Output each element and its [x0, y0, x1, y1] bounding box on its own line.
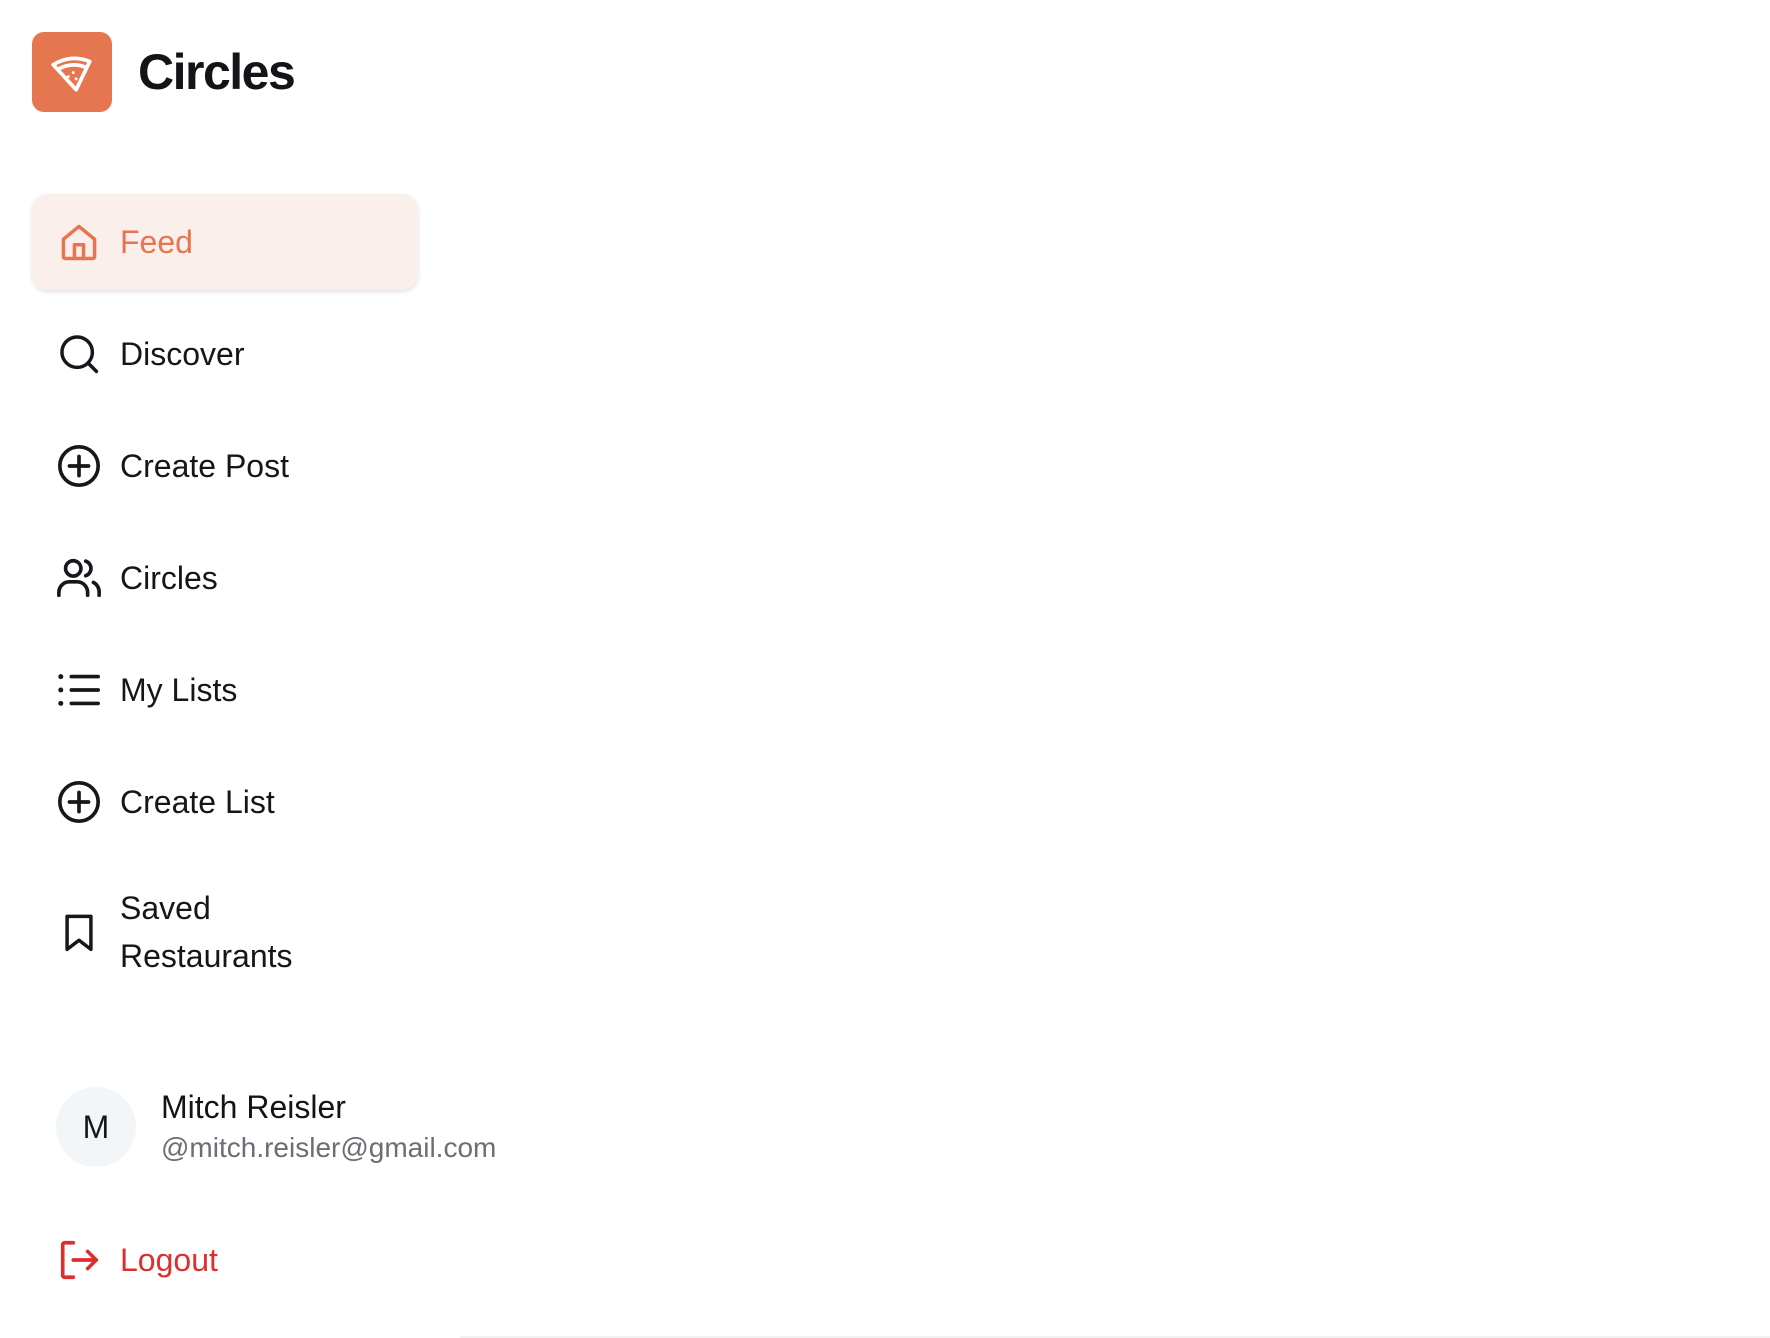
- logout-label: Logout: [120, 1242, 218, 1278]
- nav-item-circles[interactable]: Circles: [32, 530, 418, 626]
- user-name: Mitch Reisler: [161, 1089, 346, 1125]
- home-icon: [56, 219, 102, 265]
- user-email: @mitch.reisler@gmail.com: [161, 1132, 497, 1163]
- nav-item-create-post[interactable]: Create Post: [32, 418, 418, 514]
- bookmark-icon: [56, 909, 102, 955]
- sidebar: Circles Feed Discover Create Post Circle…: [0, 0, 560, 1338]
- nav-item-feed[interactable]: Feed: [32, 194, 418, 290]
- logout-icon: [56, 1237, 102, 1283]
- plus-circle-icon: [56, 779, 102, 825]
- nav-item-my-lists[interactable]: My Lists: [32, 642, 418, 738]
- list-icon: [56, 667, 102, 713]
- search-icon: [56, 331, 102, 377]
- nav-item-saved-restaurants[interactable]: Saved Restaurants: [32, 872, 418, 992]
- nav-item-label: Circles: [120, 560, 218, 596]
- logout-button[interactable]: Logout: [56, 1236, 218, 1284]
- nav-item-discover[interactable]: Discover: [32, 306, 418, 402]
- nav-item-label: Saved Restaurants: [120, 890, 293, 974]
- nav-item-label: My Lists: [120, 672, 238, 708]
- user-profile[interactable]: M Mitch Reisler @mitch.reisler@gmail.com: [56, 1086, 496, 1168]
- nav-item-label: Feed: [120, 224, 193, 260]
- brand-name: Circles: [138, 44, 296, 100]
- avatar: M: [56, 1087, 136, 1167]
- nav-item-label: Discover: [120, 336, 245, 372]
- plus-circle-icon: [56, 443, 102, 489]
- nav-item-label: Create List: [120, 784, 275, 820]
- brand[interactable]: Circles: [32, 32, 296, 112]
- pizza-slice-icon: [32, 32, 112, 112]
- nav-item-create-list[interactable]: Create List: [32, 754, 418, 850]
- user-info: Mitch Reisler @mitch.reisler@gmail.com: [161, 1086, 496, 1168]
- users-icon: [56, 555, 102, 601]
- nav-item-label: Create Post: [120, 448, 289, 484]
